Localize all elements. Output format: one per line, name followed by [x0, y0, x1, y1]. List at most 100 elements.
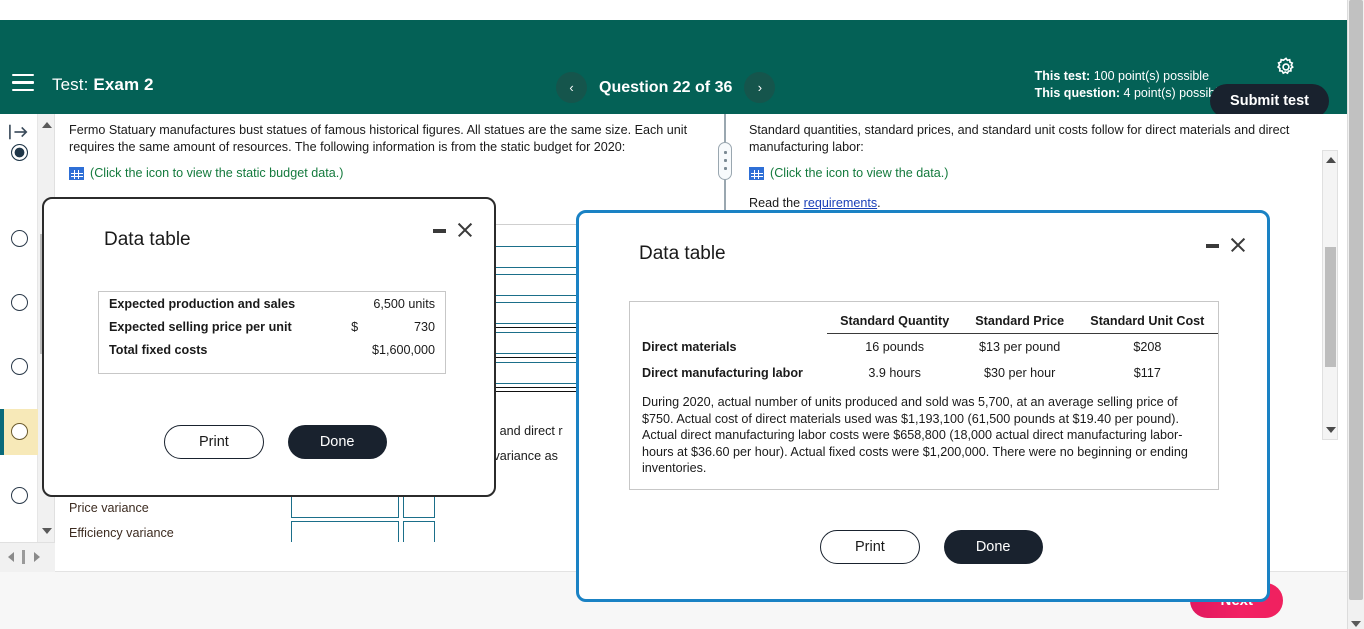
scroll-down-icon[interactable]: [1326, 427, 1336, 433]
next-question-button[interactable]: ›: [744, 72, 776, 103]
question-indicator-3[interactable]: [11, 294, 28, 311]
price-variance-input[interactable]: [291, 496, 399, 518]
question-counter: Question 22 of 36: [599, 78, 733, 96]
efficiency-variance-label: Efficiency variance: [69, 526, 174, 540]
hamburger-icon[interactable]: [12, 74, 34, 92]
points-summary: This test: 100 point(s) possible This qu…: [1035, 68, 1225, 102]
table-row: Direct manufacturing labor 3.9 hours $30…: [630, 360, 1218, 386]
dialog-actions: Print Done: [164, 425, 387, 459]
row-label: Expected production and sales: [109, 296, 296, 311]
dialog-title: Data table: [639, 243, 726, 264]
dialog-title: Data table: [104, 229, 191, 250]
question-text-left: Fermo Statuary manufactures bust statues…: [69, 123, 688, 154]
question-indicator-2[interactable]: [11, 230, 28, 247]
cell-standard-price: $13 per pound: [979, 340, 1061, 354]
data-table-dialog-static-budget: Data table Expected production and sales…: [42, 197, 496, 497]
row-currency: $: [351, 319, 359, 334]
print-button[interactable]: Print: [820, 530, 920, 564]
cell-standard-price: $30 per hour: [983, 366, 1056, 380]
scroll-up-icon[interactable]: [1326, 157, 1336, 163]
done-button[interactable]: Done: [943, 530, 1043, 564]
scroll-right-icon[interactable]: [34, 552, 40, 562]
table-icon[interactable]: [749, 167, 764, 180]
question-indicator-1[interactable]: [11, 144, 28, 161]
table-row: Total fixed costs $1,600,000: [99, 338, 445, 361]
efficiency-variance-input[interactable]: [291, 521, 399, 542]
read-prefix: Read the: [749, 196, 804, 210]
standards-data-link[interactable]: (Click the icon to view the data.): [770, 165, 949, 182]
minimize-icon[interactable]: [1206, 244, 1219, 248]
data-table-dialog-standards: Data table Standard Quantity Standard Pr…: [576, 210, 1270, 602]
submit-test-button[interactable]: Submit test: [1210, 84, 1329, 118]
requirements-link[interactable]: requirements: [804, 196, 878, 210]
question-indicator-4[interactable]: [11, 358, 28, 375]
top-white-strip: [0, 0, 1347, 20]
cell-standard-unit-cost: $117: [1133, 366, 1161, 380]
column-header-standard-unit-cost: Standard Unit Cost: [1076, 308, 1218, 334]
question-indicator-6[interactable]: [11, 487, 28, 504]
static-budget-data-link[interactable]: (Click the icon to view the static budge…: [90, 165, 343, 182]
row-label: Direct manufacturing labor: [642, 366, 803, 380]
close-icon[interactable]: [456, 221, 474, 239]
scroll-down-icon[interactable]: [42, 528, 52, 534]
standards-table-box: Standard Quantity Standard Price Standar…: [629, 301, 1219, 490]
scroll-left-icon[interactable]: [8, 552, 14, 562]
test-header: Test: Exam 2 ‹ Question 22 of 36 › This t…: [0, 20, 1347, 118]
row-currency: [332, 292, 358, 315]
scroll-thumb[interactable]: [1325, 247, 1336, 367]
table-row: Direct materials 16 pounds $13 per pound…: [630, 334, 1218, 361]
done-button[interactable]: Done: [287, 425, 387, 459]
row-value: 730: [413, 319, 435, 334]
row-label: Direct materials: [642, 339, 737, 354]
read-suffix: .: [877, 196, 881, 210]
question-navigation: ‹ Question 22 of 36 ›: [556, 72, 776, 103]
column-header-standard-price: Standard Price: [962, 308, 1077, 334]
table-header-row: Standard Quantity Standard Price Standar…: [630, 308, 1218, 334]
previous-question-button[interactable]: ‹: [556, 72, 587, 103]
row-label: Total fixed costs: [109, 342, 208, 357]
minimize-icon[interactable]: [433, 229, 446, 233]
print-button[interactable]: Print: [164, 425, 264, 459]
standards-data-link-row[interactable]: (Click the icon to view the data.): [749, 165, 1301, 182]
static-budget-data-link-row[interactable]: (Click the icon to view the static budge…: [69, 165, 699, 182]
table-row: Expected production and sales 6,500 unit…: [99, 292, 445, 315]
horizontal-scroll-controls[interactable]: [0, 542, 55, 572]
cell-standard-quantity: 3.9 hours: [868, 366, 921, 380]
test-label: Test:: [52, 75, 89, 94]
table-icon[interactable]: [69, 167, 84, 180]
this-test-value: 100 point(s) possible: [1093, 69, 1210, 83]
efficiency-variance-flag-input[interactable]: [403, 521, 435, 542]
column-header-blank: [630, 308, 827, 334]
content-scrollbar[interactable]: [1322, 150, 1338, 440]
row-label: Expected selling price per unit: [109, 319, 292, 334]
row-currency: [332, 338, 358, 361]
row-value: 6,500 units: [373, 296, 435, 311]
static-budget-table: Expected production and sales 6,500 unit…: [98, 291, 446, 374]
cell-standard-unit-cost: $208: [1133, 340, 1162, 354]
dialog-actions: Print Done: [820, 530, 1043, 564]
scroll-up-icon[interactable]: [42, 122, 52, 128]
test-name: Exam 2: [93, 75, 154, 94]
standards-description-paragraph: During 2020, actual number of units prod…: [642, 395, 1188, 475]
browser-scroll-down-icon[interactable]: [1351, 621, 1361, 627]
collapse-panel-icon[interactable]: [8, 122, 30, 142]
cell-standard-quantity: 16 pounds: [865, 340, 925, 354]
row-value: $1,600,000: [371, 342, 435, 357]
browser-scroll-thumb[interactable]: [1349, 0, 1363, 600]
question-indicator-5[interactable]: [11, 423, 28, 440]
price-variance-flag-input[interactable]: [403, 496, 435, 518]
column-header-standard-quantity: Standard Quantity: [826, 308, 963, 334]
close-icon[interactable]: [1229, 236, 1247, 254]
scroll-divider: [22, 550, 25, 564]
page-title: Test: Exam 2: [52, 75, 154, 95]
question-text-right: Standard quantities, standard prices, an…: [749, 123, 1290, 154]
price-variance-label: Price variance: [69, 501, 149, 515]
pane-splitter-grip[interactable]: [718, 142, 732, 180]
question-rail: [0, 114, 38, 572]
standards-table: Standard Quantity Standard Price Standar…: [630, 308, 1218, 386]
gear-icon[interactable]: [1275, 56, 1297, 78]
browser-scrollbar[interactable]: [1347, 0, 1364, 629]
this-test-label: This test:: [1034, 69, 1091, 83]
table-row: Expected selling price per unit $ 730: [99, 315, 445, 338]
partial-question-text-1: ls and direct r: [487, 424, 563, 438]
